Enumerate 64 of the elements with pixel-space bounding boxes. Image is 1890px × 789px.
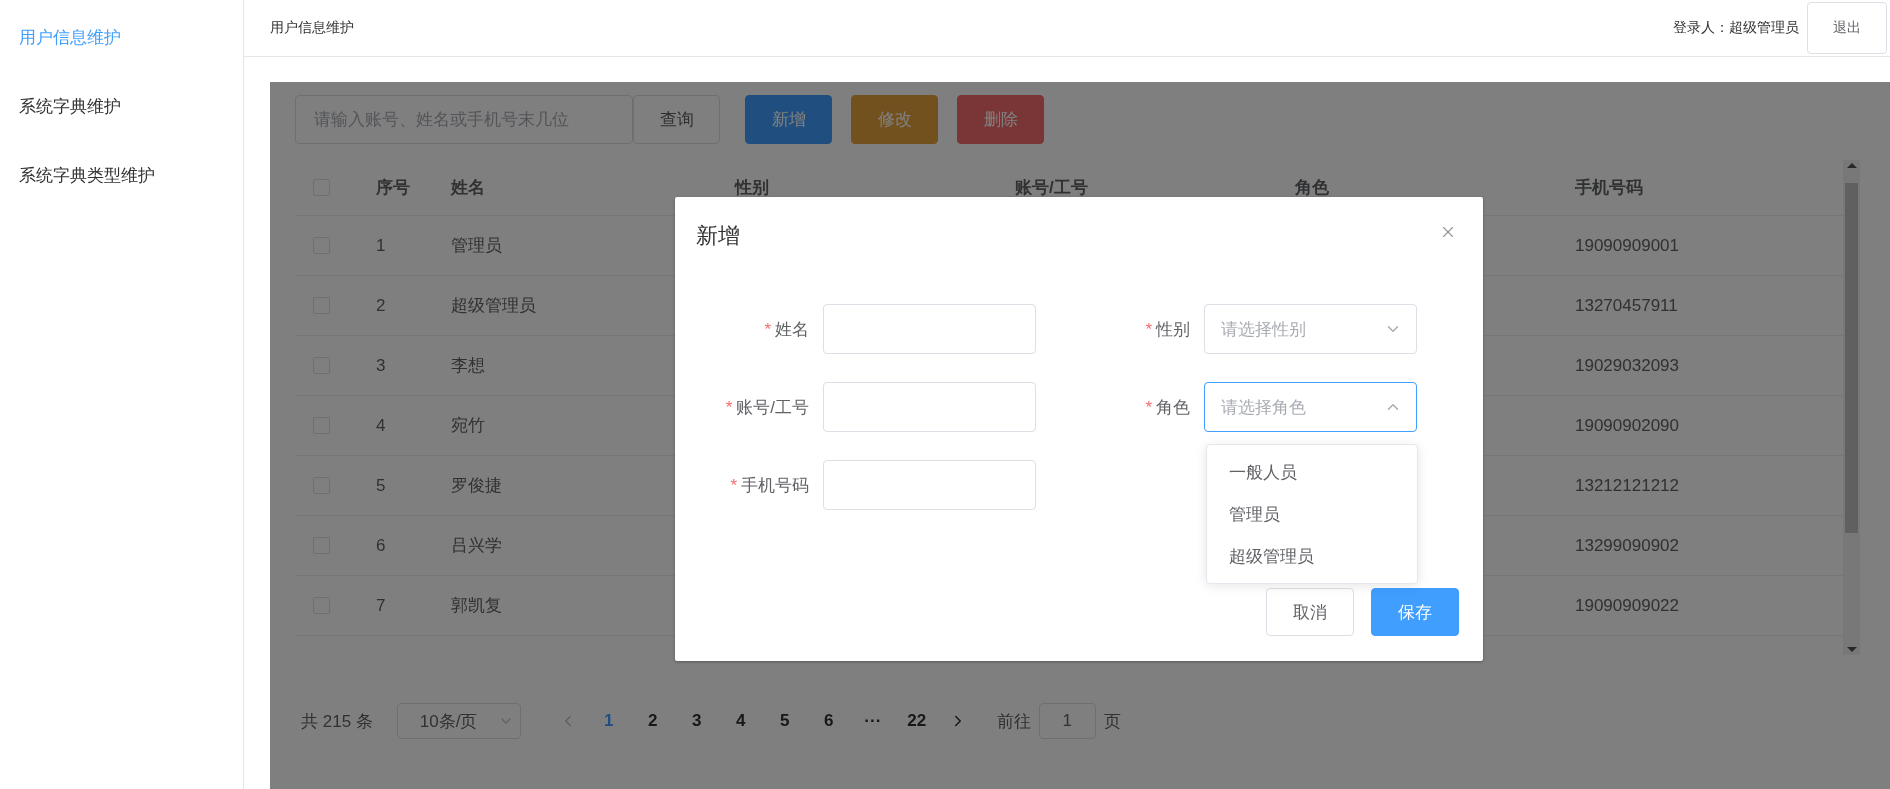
goto-suffix: 页 <box>1103 710 1121 733</box>
dropdown-option[interactable]: 管理员 <box>1207 493 1417 535</box>
sidebar-item[interactable]: 用户信息维护 <box>0 26 243 49</box>
table-cell-text: 13212121212 <box>1574 475 1680 496</box>
page-number[interactable]: 6 <box>806 711 851 731</box>
table-cell-text: 4 <box>375 415 387 436</box>
table-cell-text: 罗俊捷 <box>450 475 503 497</box>
table-cell-text: 管理员 <box>450 235 503 257</box>
table-cell-text: 吕兴学 <box>450 535 503 557</box>
page-title: 用户信息维护 <box>270 19 355 37</box>
table-cell-text: 19090902090 <box>1574 415 1680 436</box>
input-field[interactable] <box>823 460 1036 510</box>
table-cell-text: 13270457911 <box>1574 295 1679 316</box>
logged-in-user: 登录人：超级管理员 <box>1673 19 1799 37</box>
dropdown-option[interactable]: 超级管理员 <box>1207 535 1417 577</box>
field-label: * 手机号码 <box>729 474 810 497</box>
dialog-title: 新增 <box>696 222 740 250</box>
table-cell-text: 3 <box>375 355 387 376</box>
dialog-button[interactable]: 取消 <box>1266 588 1354 636</box>
input-field[interactable] <box>823 304 1036 354</box>
column-header: 姓名 <box>449 177 486 199</box>
field-label: * 角色 <box>1144 396 1191 419</box>
table-cell-text: 2 <box>375 295 387 316</box>
page-number[interactable]: 4 <box>718 711 763 731</box>
select-field[interactable]: 请选择角色 <box>1204 382 1417 432</box>
total-count: 共 215 条 <box>301 710 373 733</box>
table-cell-text: 1 <box>375 235 387 256</box>
toolbar-button[interactable]: 删除 <box>957 95 1044 144</box>
page-number[interactable]: 3 <box>674 711 719 731</box>
column-header: 性别 <box>733 177 770 199</box>
column-header: 账号/工号 <box>1014 177 1089 199</box>
input-field[interactable] <box>823 382 1036 432</box>
table-cell-text: 李想 <box>450 355 486 377</box>
table-cell-text: 超级管理员 <box>450 295 537 317</box>
sidebar-item[interactable]: 系统字典类型维护 <box>0 164 243 187</box>
page-number[interactable]: 22 <box>894 711 939 731</box>
toolbar-button[interactable]: 查询 <box>633 95 720 144</box>
logout-button[interactable]: 退出 <box>1807 2 1887 54</box>
scrollbar[interactable] <box>1843 160 1860 655</box>
page-number[interactable]: 5 <box>762 711 807 731</box>
table-cell-text: 6 <box>375 535 387 556</box>
column-header: 手机号码 <box>1574 177 1644 199</box>
field-label: * 姓名 <box>763 318 810 341</box>
page-number[interactable]: 2 <box>630 711 675 731</box>
table-cell-text: 19090909022 <box>1574 595 1680 616</box>
page-size-select[interactable]: 10条/页 <box>396 703 521 739</box>
column-header: 序号 <box>375 177 411 199</box>
sidebar-item[interactable]: 系统字典维护 <box>0 95 243 118</box>
table-cell-text: 郭凯复 <box>450 595 503 617</box>
field-label: * 账号/工号 <box>724 396 810 419</box>
select-field[interactable]: 请选择性别 <box>1204 304 1417 354</box>
page-number[interactable]: ··· <box>850 711 895 731</box>
table-cell-text: 19090909001 <box>1574 235 1680 256</box>
column-header: 角色 <box>1294 177 1330 199</box>
dialog-button[interactable]: 保存 <box>1371 588 1459 636</box>
table-cell-text: 5 <box>375 475 387 496</box>
goto-label: 前往 <box>996 710 1031 733</box>
dropdown-option[interactable]: 一般人员 <box>1207 451 1417 493</box>
table-cell-text: 宛竹 <box>450 415 486 437</box>
field-label: * 性别 <box>1144 318 1191 341</box>
table-cell-text: 7 <box>375 595 387 616</box>
table-cell-text: 13299090902 <box>1574 535 1680 556</box>
goto-page-field[interactable]: 1 <box>1038 703 1096 739</box>
table-cell-text: 19029032093 <box>1574 355 1680 376</box>
